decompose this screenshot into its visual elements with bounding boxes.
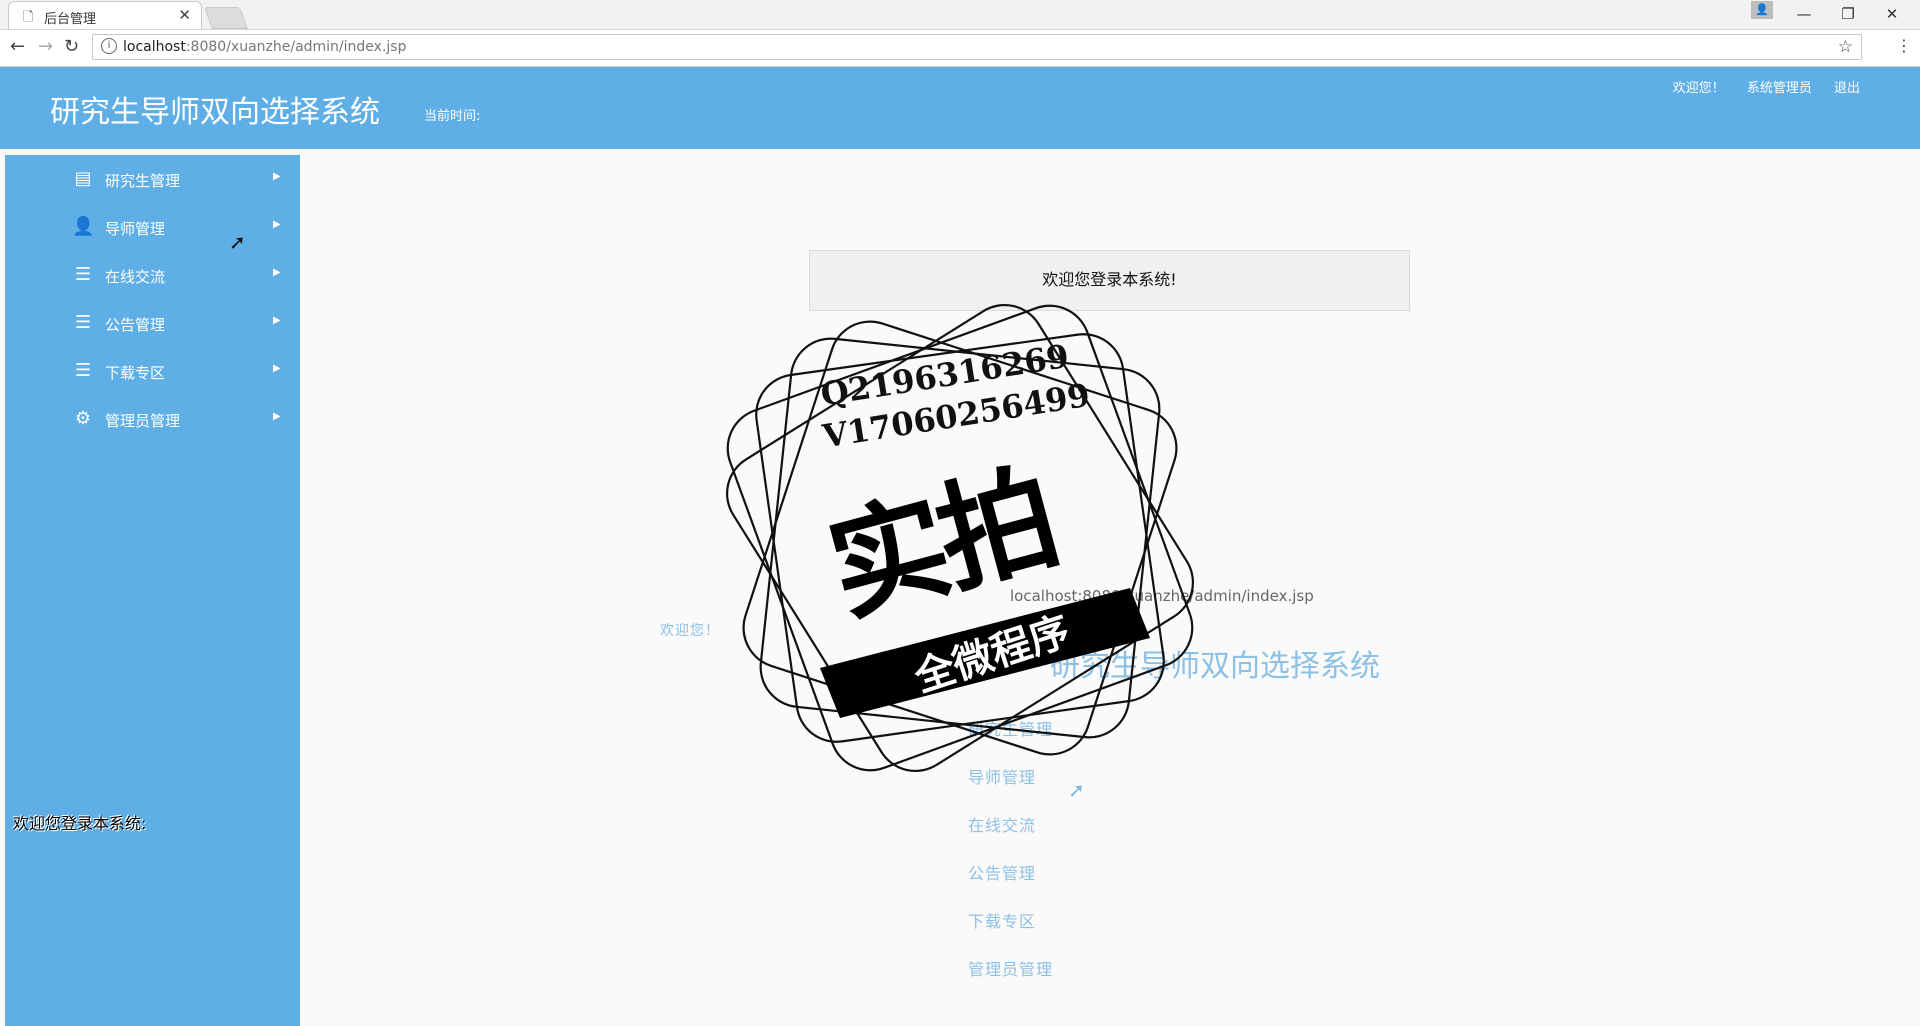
sidebar-welcome-text: 欢迎您登录本系统:	[13, 814, 147, 833]
ghost-header-artifact: 欢迎您！	[660, 623, 720, 639]
caret-right-icon: ▶	[273, 363, 281, 374]
url-text: localhost:8080/xuanzhe/admin/index.jsp	[123, 39, 407, 55]
sidebar-item-label: 研究生管理	[105, 172, 181, 190]
restore-icon[interactable]: ❐	[1828, 2, 1868, 26]
bookmark-star-icon[interactable]: ☆	[1838, 37, 1853, 57]
new-tab-button[interactable]	[203, 7, 249, 29]
reload-icon[interactable]: ↻	[64, 36, 79, 57]
stack-icon: ☰	[74, 360, 92, 381]
sidebar-item-label: 在线交流	[105, 268, 166, 286]
tab-title: 后台管理	[44, 12, 97, 27]
sidebar-item-label: 下载专区	[105, 364, 166, 382]
user-area: 欢迎您！ 系统管理员 退出	[1655, 77, 1860, 96]
current-time-label: 当前时间:	[424, 109, 481, 124]
sidebar-item-label: 公告管理	[105, 316, 166, 334]
browser-tab[interactable]: 🗋 后台管理 ✕	[8, 1, 202, 29]
page-title: 研究生导师双向选择系统	[50, 95, 380, 130]
sidebar-item-notices[interactable]: ☰ 公告管理 ▶	[5, 302, 300, 344]
profile-icon[interactable]: 👤	[1751, 1, 1773, 19]
logout-link[interactable]: 退出	[1834, 81, 1860, 96]
browser-menu-icon[interactable]: ⋮	[1896, 36, 1912, 55]
sidebar: ▤ 研究生管理 ▶ 👤 导师管理 ▶ ☰ 在线交流 ▶ ☰ 公告管理 ▶ ☰ 下…	[5, 155, 300, 1026]
close-window-icon[interactable]: ✕	[1872, 2, 1912, 26]
sidebar-item-tutors[interactable]: 👤 导师管理 ▶	[5, 206, 300, 248]
sidebar-item-students[interactable]: ▤ 研究生管理 ▶	[5, 158, 300, 200]
ghost-cursor-icon: ➚	[1068, 778, 1085, 802]
welcome-text: 欢迎您！	[1672, 81, 1725, 96]
ghost-menu-artifact-6: 管理员管理	[968, 960, 1054, 979]
sidebar-item-admins[interactable]: ⚙ 管理员管理 ▶	[5, 398, 300, 440]
caret-right-icon: ▶	[273, 315, 281, 326]
gear-icon: ⚙	[74, 408, 92, 429]
stack-icon: ☰	[74, 264, 92, 285]
caret-right-icon: ▶	[273, 267, 281, 278]
sidebar-item-chat[interactable]: ☰ 在线交流 ▶	[5, 254, 300, 296]
caret-right-icon: ▶	[273, 171, 281, 182]
browser-tab-bar: 🗋 后台管理 ✕ 👤 — ❐ ✕	[0, 0, 1920, 30]
sidebar-item-downloads[interactable]: ☰ 下载专区 ▶	[5, 350, 300, 392]
address-bar-row: ← → ↻ i localhost:8080/xuanzhe/admin/ind…	[0, 30, 1920, 67]
info-icon[interactable]: i	[101, 38, 117, 54]
page-icon: 🗋	[23, 10, 34, 25]
svg-text:★: ★	[1108, 595, 1131, 625]
back-icon[interactable]: ←	[10, 36, 25, 57]
book-icon: ▤	[74, 168, 92, 189]
ghost-menu-artifact-3: 在线交流	[968, 816, 1037, 835]
ghost-menu-artifact-4: 公告管理	[968, 864, 1037, 883]
app-header: 研究生导师双向选择系统 当前时间: 欢迎您！ 系统管理员 退出	[0, 67, 1920, 149]
minimize-icon[interactable]: —	[1784, 2, 1824, 26]
ghost-menu-artifact-5: 下载专区	[968, 912, 1037, 931]
forward-icon[interactable]: →	[38, 36, 53, 57]
caret-right-icon: ▶	[273, 219, 281, 230]
sidebar-item-label: 管理员管理	[105, 412, 181, 430]
user-gear-icon: 👤	[72, 216, 95, 237]
caret-right-icon: ▶	[273, 411, 281, 422]
sidebar-item-label: 导师管理	[105, 220, 166, 238]
stack-icon: ☰	[74, 312, 92, 333]
user-role-link[interactable]: 系统管理员	[1747, 81, 1812, 96]
url-input[interactable]: i localhost:8080/xuanzhe/admin/index.jsp…	[92, 34, 1862, 60]
svg-text:★: ★	[828, 667, 851, 697]
mouse-cursor-icon: ➚	[229, 230, 246, 254]
tab-close-icon[interactable]: ✕	[178, 6, 191, 24]
